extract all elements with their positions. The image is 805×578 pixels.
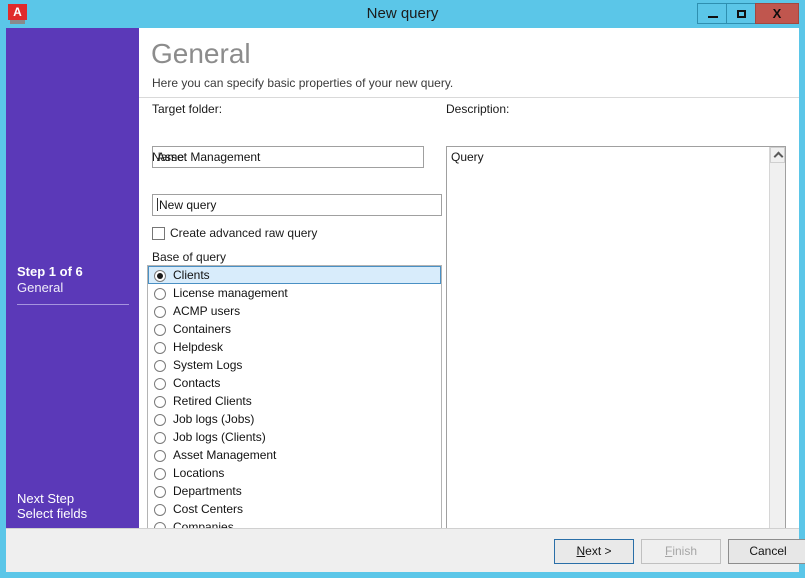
description-scrollbar[interactable] — [769, 147, 785, 545]
dialog-window: A New query X Step 1 of 6 General Next S… — [0, 0, 805, 578]
target-folder-input[interactable]: Asset Management — [152, 146, 424, 168]
dialog-footer: Next > Finish Cancel — [6, 528, 805, 572]
text-caret — [157, 198, 158, 211]
base-of-query-option-label: Containers — [173, 322, 232, 336]
name-input-value: New query — [159, 198, 217, 212]
description-value: Query — [451, 150, 484, 164]
radio-icon[interactable] — [154, 486, 166, 498]
base-of-query-option[interactable]: Locations — [148, 464, 441, 482]
minimize-button[interactable] — [697, 3, 728, 24]
finish-button: Finish — [641, 539, 721, 564]
sidebar-divider — [17, 304, 129, 305]
base-of-query-option-label: Departments — [173, 484, 242, 498]
base-of-query-option-label: License management — [173, 286, 288, 300]
radio-icon[interactable] — [154, 288, 166, 300]
base-of-query-option-label: System Logs — [173, 358, 243, 372]
radio-icon[interactable] — [154, 270, 166, 282]
radio-icon[interactable] — [154, 306, 166, 318]
description-label: Description: — [446, 102, 510, 116]
base-of-query-option[interactable]: Departments — [148, 482, 441, 500]
radio-icon[interactable] — [154, 360, 166, 372]
base-of-query-option-label: Job logs (Clients) — [173, 430, 266, 444]
chevron-up-glyph — [773, 151, 784, 162]
radio-icon[interactable] — [154, 396, 166, 408]
step-name: General — [17, 280, 64, 295]
next-step-name: Select fields — [17, 506, 88, 521]
base-of-query-option-label: Retired Clients — [173, 394, 252, 408]
step-counter: Step 1 of 6 — [17, 264, 83, 279]
title-bar: A New query X — [0, 0, 805, 28]
base-of-query-option-label: ACMP users — [173, 304, 241, 318]
page-subtitle: Here you can specify basic properties of… — [152, 76, 454, 90]
base-of-query-option[interactable]: Clients — [148, 266, 441, 284]
base-of-query-option[interactable]: Retired Clients — [148, 392, 441, 410]
radio-icon[interactable] — [154, 414, 166, 426]
base-of-query-option-label: Asset Management — [173, 448, 277, 462]
dialog-body: Step 1 of 6 General Next Step Select fie… — [6, 28, 805, 572]
footer-divider — [6, 528, 799, 529]
radio-icon[interactable] — [154, 450, 166, 462]
base-of-query-option[interactable]: Contacts — [148, 374, 441, 392]
window-title: New query — [366, 5, 439, 22]
wizard-content: General Here you can specify basic prope… — [139, 28, 799, 546]
name-input[interactable]: New query — [152, 194, 442, 216]
base-of-query-option-label: Helpdesk — [173, 340, 224, 354]
scroll-up-icon[interactable] — [770, 147, 785, 163]
name-label: Name: — [152, 150, 188, 164]
next-step-block: Next Step Select fields — [17, 491, 129, 521]
radio-icon[interactable] — [154, 378, 166, 390]
cancel-button[interactable]: Cancel — [728, 539, 805, 564]
maximize-icon — [737, 10, 746, 18]
header-divider — [139, 97, 799, 98]
base-of-query-option[interactable]: Cost Centers — [148, 500, 441, 518]
description-textarea[interactable]: Query — [446, 146, 786, 546]
base-of-query-option[interactable]: System Logs — [148, 356, 441, 374]
radio-icon[interactable] — [154, 324, 166, 336]
next-button[interactable]: Next > — [554, 539, 634, 564]
maximize-button[interactable] — [726, 3, 757, 24]
radio-icon[interactable] — [154, 432, 166, 444]
base-of-query-option-label: Cost Centers — [173, 502, 244, 516]
target-folder-label: Target folder: — [152, 102, 223, 116]
advanced-raw-query-checkbox[interactable] — [152, 227, 165, 240]
radio-icon[interactable] — [154, 504, 166, 516]
base-of-query-list[interactable]: Clients License management ACMP users Conta… — [147, 265, 442, 546]
radio-icon[interactable] — [154, 342, 166, 354]
wizard-sidebar: Step 1 of 6 General Next Step Select fie… — [6, 28, 139, 528]
base-of-query-option[interactable]: Job logs (Jobs) — [148, 410, 441, 428]
base-of-query-option[interactable]: License management — [148, 284, 441, 302]
next-step-title: Next Step — [17, 491, 75, 506]
current-step-block: Step 1 of 6 General — [17, 264, 129, 296]
base-of-query-option-label: Clients — [173, 268, 210, 282]
minimize-icon — [708, 16, 718, 18]
base-of-query-option-label: Contacts — [173, 376, 221, 390]
base-of-query-label: Base of query — [152, 250, 227, 264]
radio-icon[interactable] — [154, 468, 166, 480]
close-icon: X — [772, 6, 782, 21]
close-button[interactable]: X — [755, 3, 799, 24]
advanced-raw-query-label: Create advanced raw query — [170, 226, 318, 240]
base-of-query-option-label: Job logs (Jobs) — [173, 412, 255, 426]
base-of-query-option[interactable]: Asset Management — [148, 446, 441, 464]
base-of-query-option[interactable]: ACMP users — [148, 302, 441, 320]
page-title: General — [151, 38, 251, 69]
base-of-query-option[interactable]: Containers — [148, 320, 441, 338]
base-of-query-option-label: Locations — [173, 466, 225, 480]
base-of-query-option[interactable]: Helpdesk — [148, 338, 441, 356]
base-of-query-option[interactable]: Job logs (Clients) — [148, 428, 441, 446]
